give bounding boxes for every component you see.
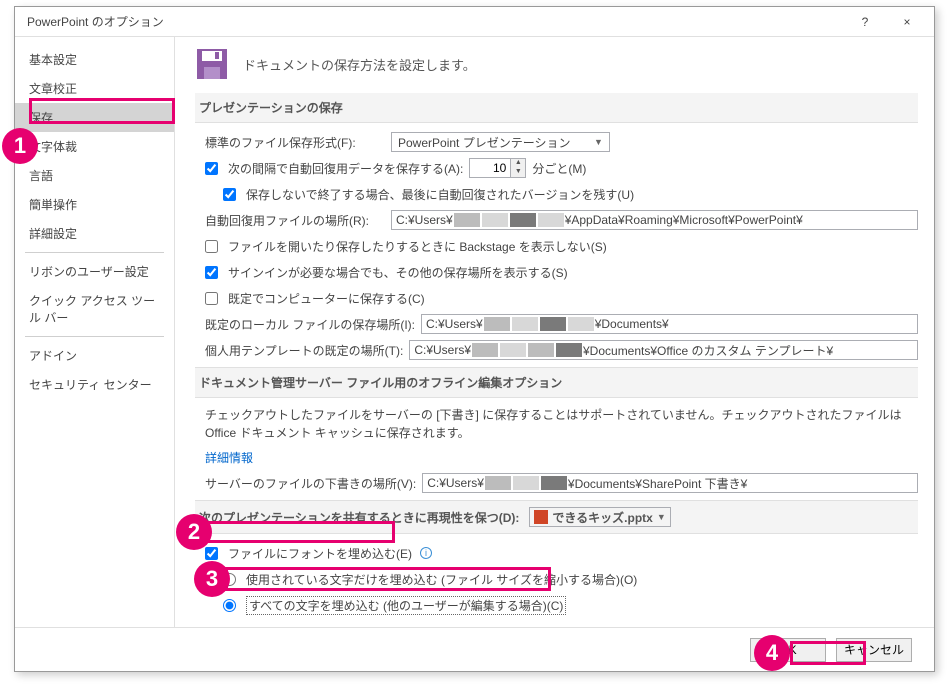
save-local-label: 既定でコンピューターに保存する(C) bbox=[228, 290, 425, 307]
titlebar: PowerPoint のオプション ? × bbox=[15, 7, 934, 37]
close-button[interactable]: × bbox=[886, 8, 928, 36]
embed-all-label: すべての文字を埋め込む (他のユーザーが編集する場合)(C) bbox=[246, 596, 566, 615]
sidebar-separator bbox=[25, 252, 164, 253]
chevron-down-icon: ▼ bbox=[657, 512, 666, 522]
sidebar-item-qat[interactable]: クイック アクセス ツール バー bbox=[15, 286, 174, 332]
sidebar-item-advanced[interactable]: 詳細設定 bbox=[15, 219, 174, 248]
show-other-label: サインインが必要な場合でも、その他の保存場所を表示する(S) bbox=[228, 264, 568, 281]
page-description: ドキュメントの保存方法を設定します。 bbox=[243, 55, 476, 74]
sidebar-item-addins[interactable]: アドイン bbox=[15, 341, 174, 370]
default-format-label: 標準のファイル保存形式(F): bbox=[205, 134, 385, 151]
embed-fonts-label: ファイルにフォントを埋め込む(E) bbox=[228, 545, 412, 562]
content-panel: ドキュメントの保存方法を設定します。 プレゼンテーションの保存 標準のファイル保… bbox=[175, 37, 934, 627]
spin-up[interactable]: ▲ bbox=[511, 159, 525, 168]
spin-down[interactable]: ▼ bbox=[511, 168, 525, 177]
section-offline-editing: ドキュメント管理サーバー ファイル用のオフライン編集オプション bbox=[195, 367, 918, 398]
sidebar-item-ease[interactable]: 簡単操作 bbox=[15, 190, 174, 219]
sidebar-item-ribbon[interactable]: リボンのユーザー設定 bbox=[15, 257, 174, 286]
drafts-path-input[interactable]: C:¥Users¥ ¥Documents¥SharePoint 下書き¥ bbox=[422, 473, 918, 493]
sidebar-item-proofing[interactable]: 文章校正 bbox=[15, 74, 174, 103]
sidebar-item-trust[interactable]: セキュリティ センター bbox=[15, 370, 174, 399]
cancel-button[interactable]: キャンセル bbox=[836, 638, 912, 662]
help-button[interactable]: ? bbox=[844, 8, 886, 36]
sidebar-separator-2 bbox=[25, 336, 164, 337]
dialog-button-bar: OK キャンセル bbox=[15, 627, 934, 671]
dialog-title: PowerPoint のオプション bbox=[27, 13, 844, 30]
powerpoint-file-icon bbox=[534, 510, 548, 524]
keep-last-label: 保存しないで終了する場合、最後に自動回復されたバージョンを残す(U) bbox=[246, 186, 634, 203]
keep-last-checkbox[interactable] bbox=[223, 188, 236, 201]
default-format-select[interactable]: PowerPoint プレゼンテーション ▼ bbox=[391, 132, 610, 152]
autosave-minutes-input[interactable] bbox=[470, 159, 510, 177]
detail-link[interactable]: 詳細情報 bbox=[205, 449, 253, 466]
embed-used-only-label: 使用されている文字だけを埋め込む (ファイル サイズを縮小する場合)(O) bbox=[246, 571, 637, 588]
save-local-checkbox[interactable] bbox=[205, 292, 218, 305]
drafts-path-label: サーバーのファイルの下書きの場所(V): bbox=[205, 475, 416, 492]
no-backstage-checkbox[interactable] bbox=[205, 240, 218, 253]
autosave-minutes-suffix: 分ごと(M) bbox=[532, 160, 586, 177]
default-local-input[interactable]: C:¥Users¥ ¥Documents¥ bbox=[421, 314, 918, 334]
presentation-select[interactable]: できるキッズ.pptx ▼ bbox=[529, 507, 670, 527]
embed-all-radio[interactable] bbox=[223, 599, 236, 612]
templates-input[interactable]: C:¥Users¥ ¥Documents¥Office のカスタム テンプレート… bbox=[409, 340, 918, 360]
autosave-label: 次の間隔で自動回復用データを保存する(A): bbox=[228, 160, 463, 177]
sidebar-item-language[interactable]: 言語 bbox=[15, 161, 174, 190]
autorecover-path-label: 自動回復用ファイルの場所(R): bbox=[205, 212, 385, 229]
autosave-checkbox[interactable] bbox=[205, 162, 218, 175]
no-backstage-label: ファイルを開いたり保存したりするときに Backstage を表示しない(S) bbox=[228, 238, 607, 255]
show-other-checkbox[interactable] bbox=[205, 266, 218, 279]
sidebar-item-save[interactable]: 保存 bbox=[15, 103, 174, 132]
category-sidebar: 基本設定 文章校正 保存 文字体裁 言語 簡単操作 詳細設定 リボンのユーザー設… bbox=[15, 37, 175, 627]
save-disk-icon bbox=[195, 47, 229, 81]
info-icon[interactable]: i bbox=[420, 547, 432, 559]
autosave-minutes-spinner[interactable]: ▲▼ bbox=[469, 158, 526, 178]
chevron-down-icon: ▼ bbox=[594, 137, 603, 147]
sidebar-item-general[interactable]: 基本設定 bbox=[15, 45, 174, 74]
embed-used-only-radio[interactable] bbox=[223, 573, 236, 586]
options-dialog: PowerPoint のオプション ? × 基本設定 文章校正 保存 文字体裁 … bbox=[14, 6, 935, 672]
ok-button[interactable]: OK bbox=[750, 638, 826, 662]
autorecover-path-input[interactable]: C:¥Users¥ ¥AppData¥Roaming¥Microsoft¥Pow… bbox=[391, 210, 918, 230]
section-share-fidelity: 次のプレゼンテーションを共有するときに再現性を保つ(D): できるキッズ.ppt… bbox=[195, 500, 918, 534]
section-save-presentation: プレゼンテーションの保存 bbox=[195, 93, 918, 123]
embed-fonts-checkbox[interactable] bbox=[205, 547, 218, 560]
templates-label: 個人用テンプレートの既定の場所(T): bbox=[205, 342, 403, 359]
default-local-label: 既定のローカル ファイルの保存場所(I): bbox=[205, 316, 415, 333]
sidebar-item-typography[interactable]: 文字体裁 bbox=[15, 132, 174, 161]
offline-desc: チェックアウトしたファイルをサーバーの [下書き] に保存することはサポートされ… bbox=[205, 406, 918, 442]
